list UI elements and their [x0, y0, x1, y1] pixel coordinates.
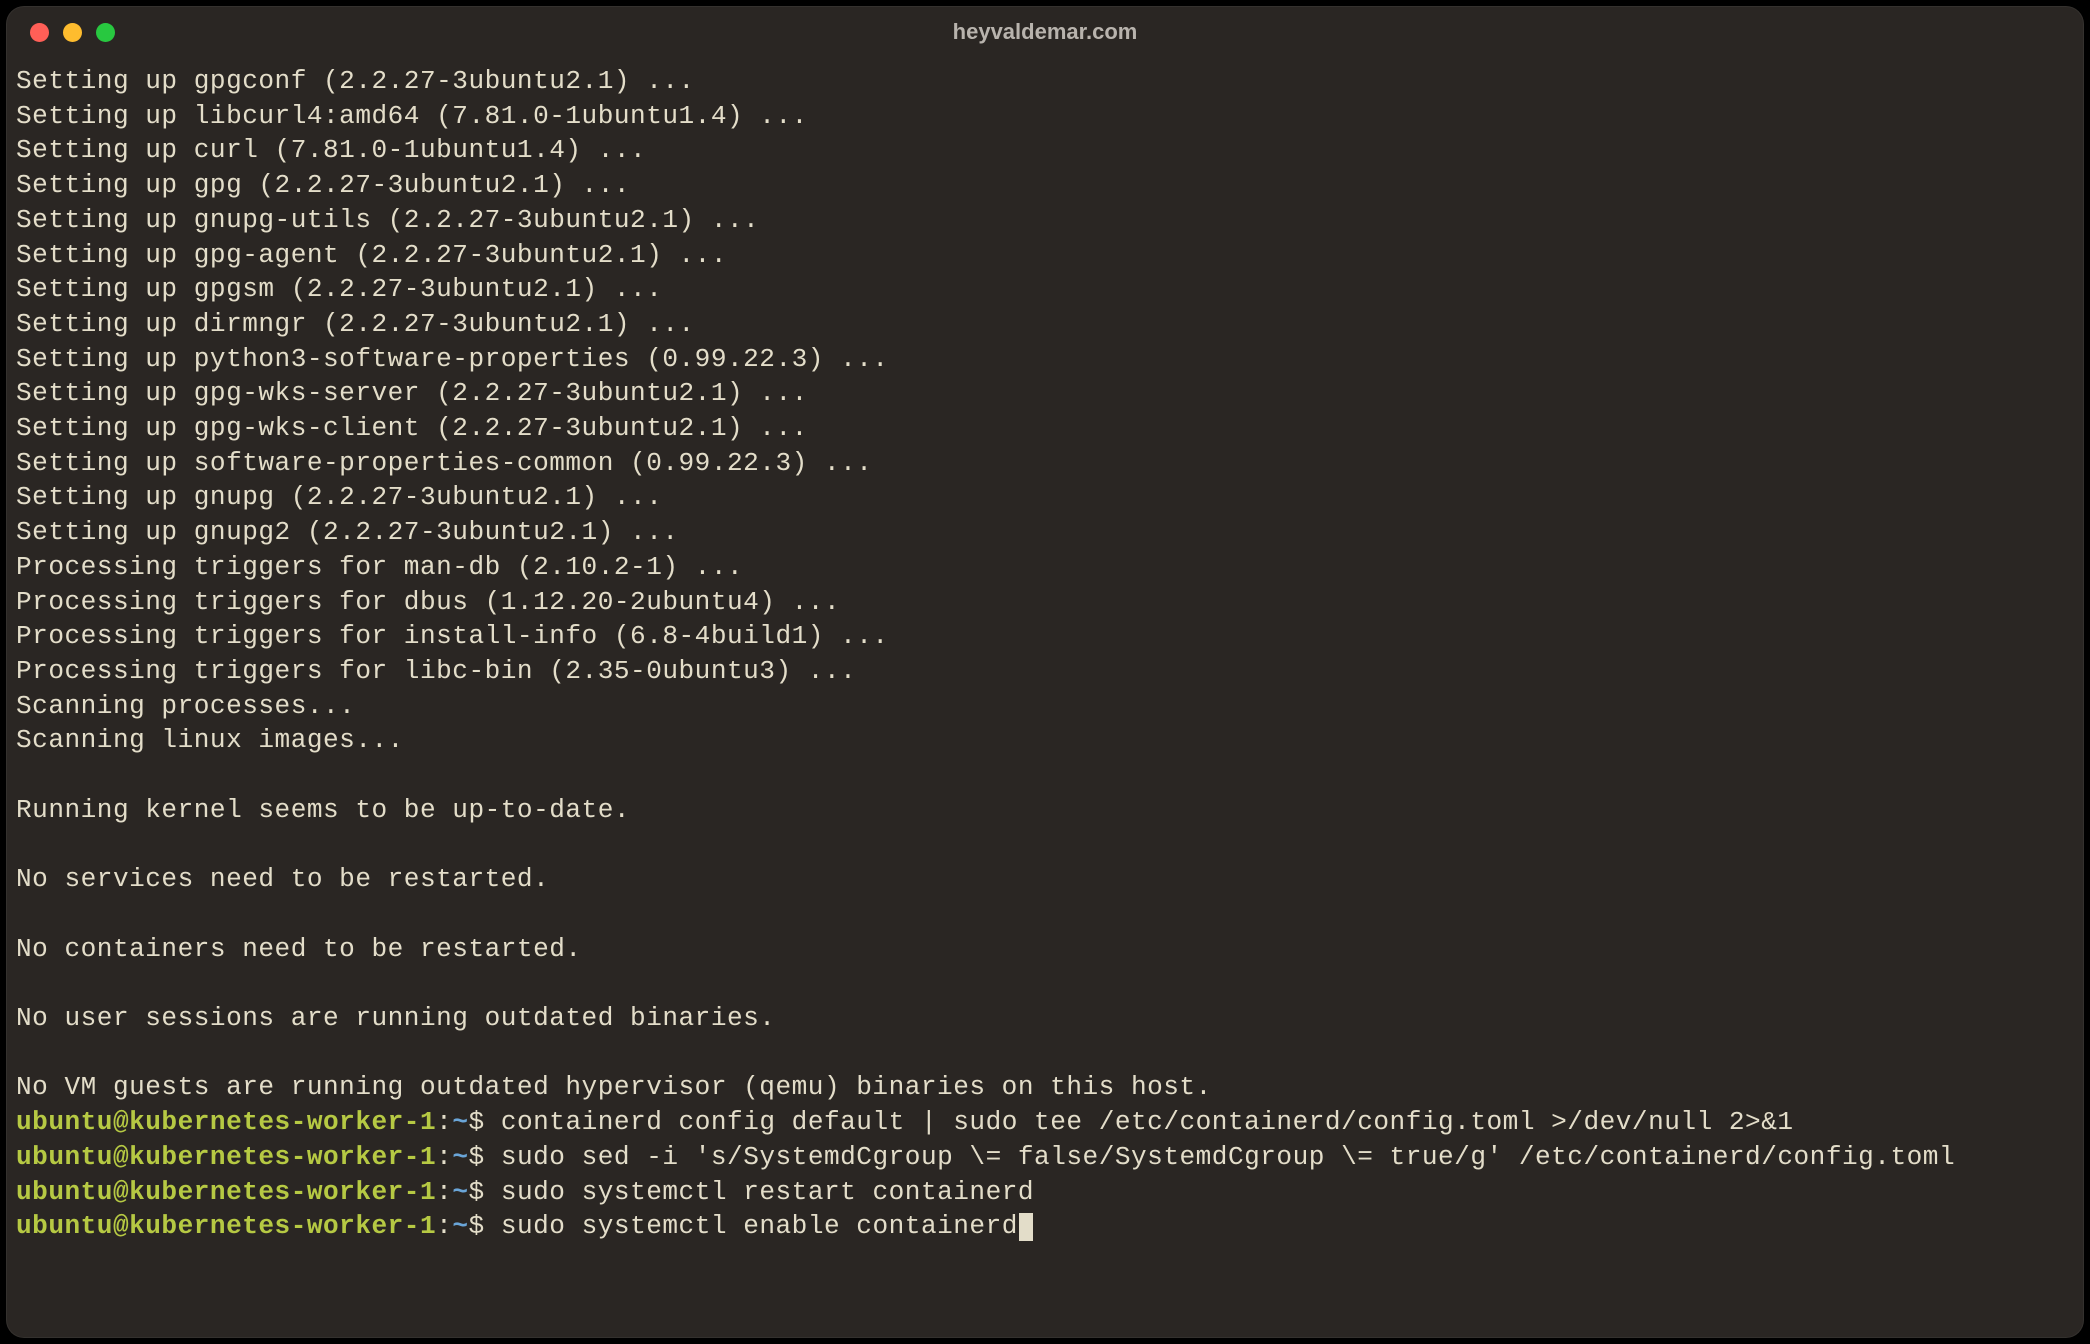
terminal-command: containerd config default | sudo tee /et…	[501, 1107, 1794, 1137]
terminal-output-line: Setting up gpgsm (2.2.27-3ubuntu2.1) ...	[16, 272, 2074, 307]
prompt-symbol: $	[468, 1142, 500, 1172]
traffic-lights	[30, 23, 115, 42]
prompt-path: ~	[452, 1142, 468, 1172]
window-title: heyvaldemar.com	[6, 19, 2084, 45]
titlebar: heyvaldemar.com	[6, 6, 2084, 58]
minimize-icon[interactable]	[63, 23, 82, 42]
prompt-user-host: ubuntu@kubernetes-worker-1	[16, 1177, 436, 1207]
terminal-output-line: Processing triggers for libc-bin (2.35-0…	[16, 654, 2074, 689]
prompt-sep: :	[436, 1177, 452, 1207]
prompt-sep: :	[436, 1211, 452, 1241]
terminal-output-line: No VM guests are running outdated hyperv…	[16, 1070, 2074, 1105]
terminal-output-line: Setting up curl (7.81.0-1ubuntu1.4) ...	[16, 133, 2074, 168]
terminal-output-line: Running kernel seems to be up-to-date.	[16, 793, 2074, 828]
terminal-output-line: Setting up gnupg-utils (2.2.27-3ubuntu2.…	[16, 203, 2074, 238]
terminal-output-line: Scanning processes...	[16, 689, 2074, 724]
prompt-path: ~	[452, 1211, 468, 1241]
terminal-output-line: Setting up gpg-wks-client (2.2.27-3ubunt…	[16, 411, 2074, 446]
terminal-output-line: Processing triggers for man-db (2.10.2-1…	[16, 550, 2074, 585]
terminal-prompt-line: ubuntu@kubernetes-worker-1:~$ sudo sed -…	[16, 1140, 2074, 1175]
prompt-user-host: ubuntu@kubernetes-worker-1	[16, 1107, 436, 1137]
terminal-output-line: No user sessions are running outdated bi…	[16, 1001, 2074, 1036]
prompt-path: ~	[452, 1177, 468, 1207]
prompt-user-host: ubuntu@kubernetes-worker-1	[16, 1211, 436, 1241]
cursor-icon	[1019, 1213, 1033, 1241]
terminal-command: sudo sed -i 's/SystemdCgroup \= false/Sy…	[501, 1142, 1955, 1172]
terminal-output-line: Processing triggers for dbus (1.12.20-2u…	[16, 585, 2074, 620]
prompt-symbol: $	[468, 1107, 500, 1137]
prompt-user-host: ubuntu@kubernetes-worker-1	[16, 1142, 436, 1172]
terminal-output-line: Setting up gpgconf (2.2.27-3ubuntu2.1) .…	[16, 64, 2074, 99]
terminal-prompt-line: ubuntu@kubernetes-worker-1:~$ containerd…	[16, 1105, 2074, 1140]
terminal-output-line: Setting up libcurl4:amd64 (7.81.0-1ubunt…	[16, 99, 2074, 134]
prompt-path: ~	[452, 1107, 468, 1137]
terminal-command: sudo systemctl enable containerd	[501, 1211, 1018, 1241]
terminal-prompt-line: ubuntu@kubernetes-worker-1:~$ sudo syste…	[16, 1209, 2074, 1244]
terminal-output-line	[16, 966, 2074, 1001]
terminal-output-line: Setting up software-properties-common (0…	[16, 446, 2074, 481]
prompt-symbol: $	[468, 1177, 500, 1207]
terminal-output-line: Setting up dirmngr (2.2.27-3ubuntu2.1) .…	[16, 307, 2074, 342]
terminal-command: sudo systemctl restart containerd	[501, 1177, 1034, 1207]
terminal-window: heyvaldemar.com Setting up gpgconf (2.2.…	[6, 6, 2084, 1338]
terminal-output-line: Setting up gnupg (2.2.27-3ubuntu2.1) ...	[16, 480, 2074, 515]
terminal-output-line: Setting up gpg-agent (2.2.27-3ubuntu2.1)…	[16, 238, 2074, 273]
terminal-output-line: Processing triggers for install-info (6.…	[16, 619, 2074, 654]
terminal-body[interactable]: Setting up gpgconf (2.2.27-3ubuntu2.1) .…	[6, 58, 2084, 1338]
terminal-output-line: Setting up gnupg2 (2.2.27-3ubuntu2.1) ..…	[16, 515, 2074, 550]
terminal-output-line: Setting up gpg-wks-server (2.2.27-3ubunt…	[16, 376, 2074, 411]
maximize-icon[interactable]	[96, 23, 115, 42]
terminal-output-line: Scanning linux images...	[16, 723, 2074, 758]
close-icon[interactable]	[30, 23, 49, 42]
terminal-output-line: No services need to be restarted.	[16, 862, 2074, 897]
terminal-output-line	[16, 897, 2074, 932]
terminal-prompt-line: ubuntu@kubernetes-worker-1:~$ sudo syste…	[16, 1175, 2074, 1210]
terminal-output-line	[16, 1036, 2074, 1071]
terminal-output-line	[16, 827, 2074, 862]
terminal-output-line: Setting up python3-software-properties (…	[16, 342, 2074, 377]
prompt-sep: :	[436, 1142, 452, 1172]
terminal-output-line	[16, 758, 2074, 793]
terminal-output-line: Setting up gpg (2.2.27-3ubuntu2.1) ...	[16, 168, 2074, 203]
terminal-output-line: No containers need to be restarted.	[16, 932, 2074, 967]
prompt-sep: :	[436, 1107, 452, 1137]
prompt-symbol: $	[468, 1211, 500, 1241]
